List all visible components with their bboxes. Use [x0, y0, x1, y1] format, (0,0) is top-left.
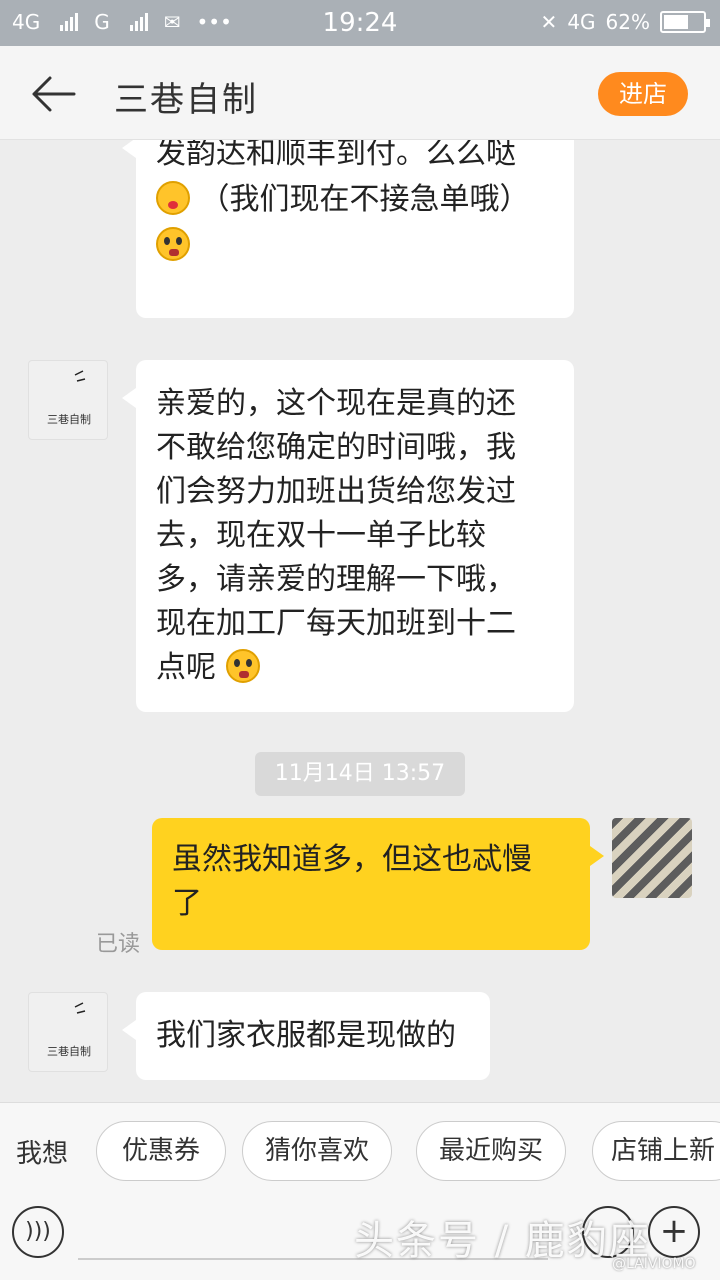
battery-icon: [660, 11, 710, 33]
shop-avatar[interactable]: 三巷自制: [28, 992, 108, 1072]
battery-percent: 62%: [605, 10, 650, 34]
battery-fill: [664, 15, 688, 29]
avatar-label: 三巷自制: [47, 1045, 91, 1058]
message-line: 多，请亲爱的理解一下哦，: [156, 562, 516, 597]
shop-avatar[interactable]: 三巷自制: [28, 360, 108, 440]
message-line: 现在加工厂每天加班到十二: [156, 606, 516, 641]
suggestion-bar: 我想 优惠券 猜你喜欢 最近购买 店铺上新: [0, 1102, 720, 1198]
message-line: 去，现在双十一单子比较: [156, 518, 486, 553]
message-line: 亲爱的，这个现在是真的还: [156, 386, 516, 421]
chip-recent-purchase[interactable]: 最近购买: [416, 1121, 566, 1181]
kiss-emoji-icon: [156, 181, 190, 215]
message-bubble: 发韵达和顺丰到付。么么哒 （我们现在不接急单哦）: [122, 140, 574, 318]
back-arrow-icon[interactable]: [30, 74, 80, 114]
message-line: 点呢: [156, 646, 260, 690]
plus-icon[interactable]: +: [648, 1206, 700, 1258]
watermark-small: @LAIVIOMO: [612, 1256, 696, 1272]
suggestion-label: 我想: [16, 1139, 69, 1169]
network-4g-label: 4G: [567, 10, 596, 34]
chip-coupon[interactable]: 优惠券: [96, 1121, 226, 1181]
message-line: 我们家衣服都是现做的: [156, 1018, 456, 1053]
status-right: ✕ 4G 62%: [540, 10, 710, 34]
message-line: 了: [172, 886, 202, 921]
chip-guess-you-like[interactable]: 猜你喜欢: [242, 1121, 392, 1181]
voice-icon[interactable]: ))): [12, 1206, 64, 1258]
message-bubble: 亲爱的，这个现在是真的还 不敢给您确定的时间哦，我 们会努力加班出货给您发过 去…: [122, 360, 574, 712]
chat-timestamp: 11月14日 13:57: [255, 752, 465, 796]
scared-emoji-icon: [156, 227, 190, 261]
enter-shop-button[interactable]: 进店: [598, 72, 688, 116]
page-title: 三巷自制: [114, 80, 258, 120]
chat-header: 三巷自制 进店: [0, 46, 720, 140]
scared-emoji-icon: [225, 649, 260, 683]
message-line: 发韵达和顺丰到付。么么哒: [156, 140, 516, 171]
mute-icon: ✕: [540, 10, 558, 34]
chip-new-arrivals[interactable]: 店铺上新: [592, 1121, 720, 1181]
watermark: 头条号 / 鹿豹座: [354, 1218, 651, 1264]
message-bubble: 我们家衣服都是现做的: [122, 992, 490, 1080]
message-line: 虽然我知道多，但这也忒慢: [172, 842, 532, 877]
read-status: 已读: [96, 932, 141, 957]
message-line: （我们现在不接急单哦）: [156, 178, 530, 222]
user-avatar[interactable]: [612, 818, 692, 898]
status-bar: 4G G ✉ ••• 19:24 ✕ 4G 62%: [0, 0, 720, 46]
user-message-bubble: 虽然我知道多，但这也忒慢 了: [152, 818, 604, 950]
message-line: 们会努力加班出货给您发过: [156, 474, 516, 509]
avatar-label: 三巷自制: [47, 413, 91, 426]
message-line: 不敢给您确定的时间哦，我: [156, 430, 516, 465]
message-line: [156, 224, 190, 268]
chat-area[interactable]: 发韵达和顺丰到付。么么哒 （我们现在不接急单哦） 三巷自制 亲爱的，这个现在是真…: [0, 140, 720, 1102]
